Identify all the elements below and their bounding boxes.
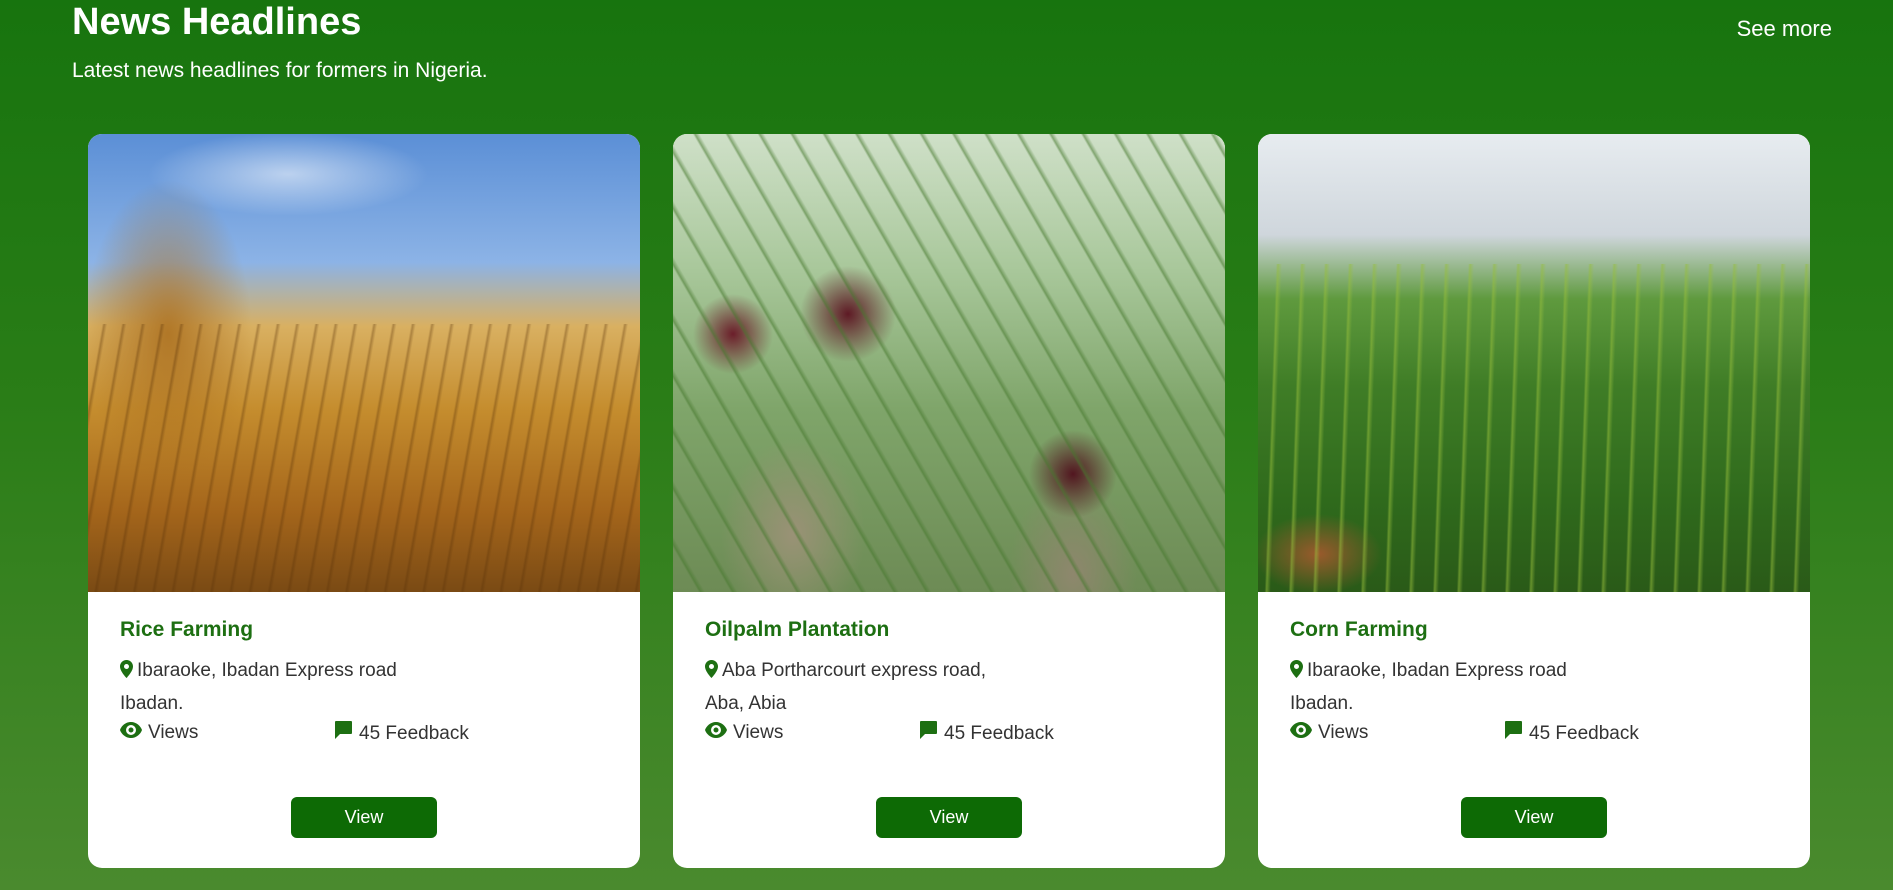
feedback-stat: 45 Feedback xyxy=(333,720,469,748)
card-stats: Views 45 Feedback xyxy=(705,720,1193,750)
feedback-label: 45 Feedback xyxy=(359,723,469,744)
card-body: Rice Farming Ibaraoke, Ibadan Express ro… xyxy=(120,592,608,868)
see-more-link[interactable]: See more xyxy=(1737,16,1832,42)
card-stats: Views 45 Feedback xyxy=(120,720,608,750)
comment-icon xyxy=(333,720,353,748)
feedback-label: 45 Feedback xyxy=(944,723,1054,744)
views-stat: Views xyxy=(705,720,783,746)
map-pin-icon xyxy=(120,657,133,688)
views-label: Views xyxy=(148,722,199,743)
card-location: Ibaraoke, Ibadan Express road Ibadan. xyxy=(1290,655,1650,719)
view-button[interactable]: View xyxy=(291,797,437,838)
views-stat: Views xyxy=(120,720,198,746)
map-pin-icon xyxy=(705,657,718,688)
eye-icon xyxy=(1290,720,1312,746)
location-line-1: Ibaraoke, Ibadan Express road xyxy=(137,660,397,681)
view-button[interactable]: View xyxy=(876,797,1022,838)
location-line-2: Ibadan. xyxy=(1290,693,1354,714)
card-body: Corn Farming Ibaraoke, Ibadan Express ro… xyxy=(1290,592,1778,868)
wheat-field-photo xyxy=(88,134,640,592)
map-pin-icon xyxy=(1290,657,1303,688)
button-row: View xyxy=(673,797,1225,838)
button-row: View xyxy=(88,797,640,838)
oil-palm-photo xyxy=(673,134,1225,592)
eye-icon xyxy=(120,720,142,746)
button-row: View xyxy=(1258,797,1810,838)
card-title: Corn Farming xyxy=(1290,618,1428,641)
news-card: Oilpalm Plantation Aba Portharcourt expr… xyxy=(673,134,1225,868)
feedback-stat: 45 Feedback xyxy=(1503,720,1639,748)
card-body: Oilpalm Plantation Aba Portharcourt expr… xyxy=(705,592,1193,868)
news-card: Corn Farming Ibaraoke, Ibadan Express ro… xyxy=(1258,134,1810,868)
card-location: Ibaraoke, Ibadan Express road Ibadan. xyxy=(120,655,480,719)
card-stats: Views 45 Feedback xyxy=(1290,720,1778,750)
feedback-stat: 45 Feedback xyxy=(918,720,1054,748)
views-label: Views xyxy=(733,722,784,743)
views-stat: Views xyxy=(1290,720,1368,746)
page-subtitle: Latest news headlines for formers in Nig… xyxy=(72,59,488,82)
eye-icon xyxy=(705,720,727,746)
card-title: Oilpalm Plantation xyxy=(705,618,890,641)
location-line-1: Ibaraoke, Ibadan Express road xyxy=(1307,660,1567,681)
view-button[interactable]: View xyxy=(1461,797,1607,838)
card-title: Rice Farming xyxy=(120,618,254,641)
location-line-1: Aba Portharcourt express road, xyxy=(722,660,987,681)
comment-icon xyxy=(1503,720,1523,748)
location-line-2: Ibadan. xyxy=(120,693,184,714)
feedback-label: 45 Feedback xyxy=(1529,723,1639,744)
page-title: News Headlines xyxy=(72,1,362,43)
news-card: Rice Farming Ibaraoke, Ibadan Express ro… xyxy=(88,134,640,868)
news-card-list: Rice Farming Ibaraoke, Ibadan Express ro… xyxy=(88,134,1810,868)
comment-icon xyxy=(918,720,938,748)
corn-field-photo xyxy=(1258,134,1810,592)
location-line-2: Aba, Abia xyxy=(705,693,787,714)
card-location: Aba Portharcourt express road, Aba, Abia xyxy=(705,655,1065,719)
views-label: Views xyxy=(1318,722,1369,743)
